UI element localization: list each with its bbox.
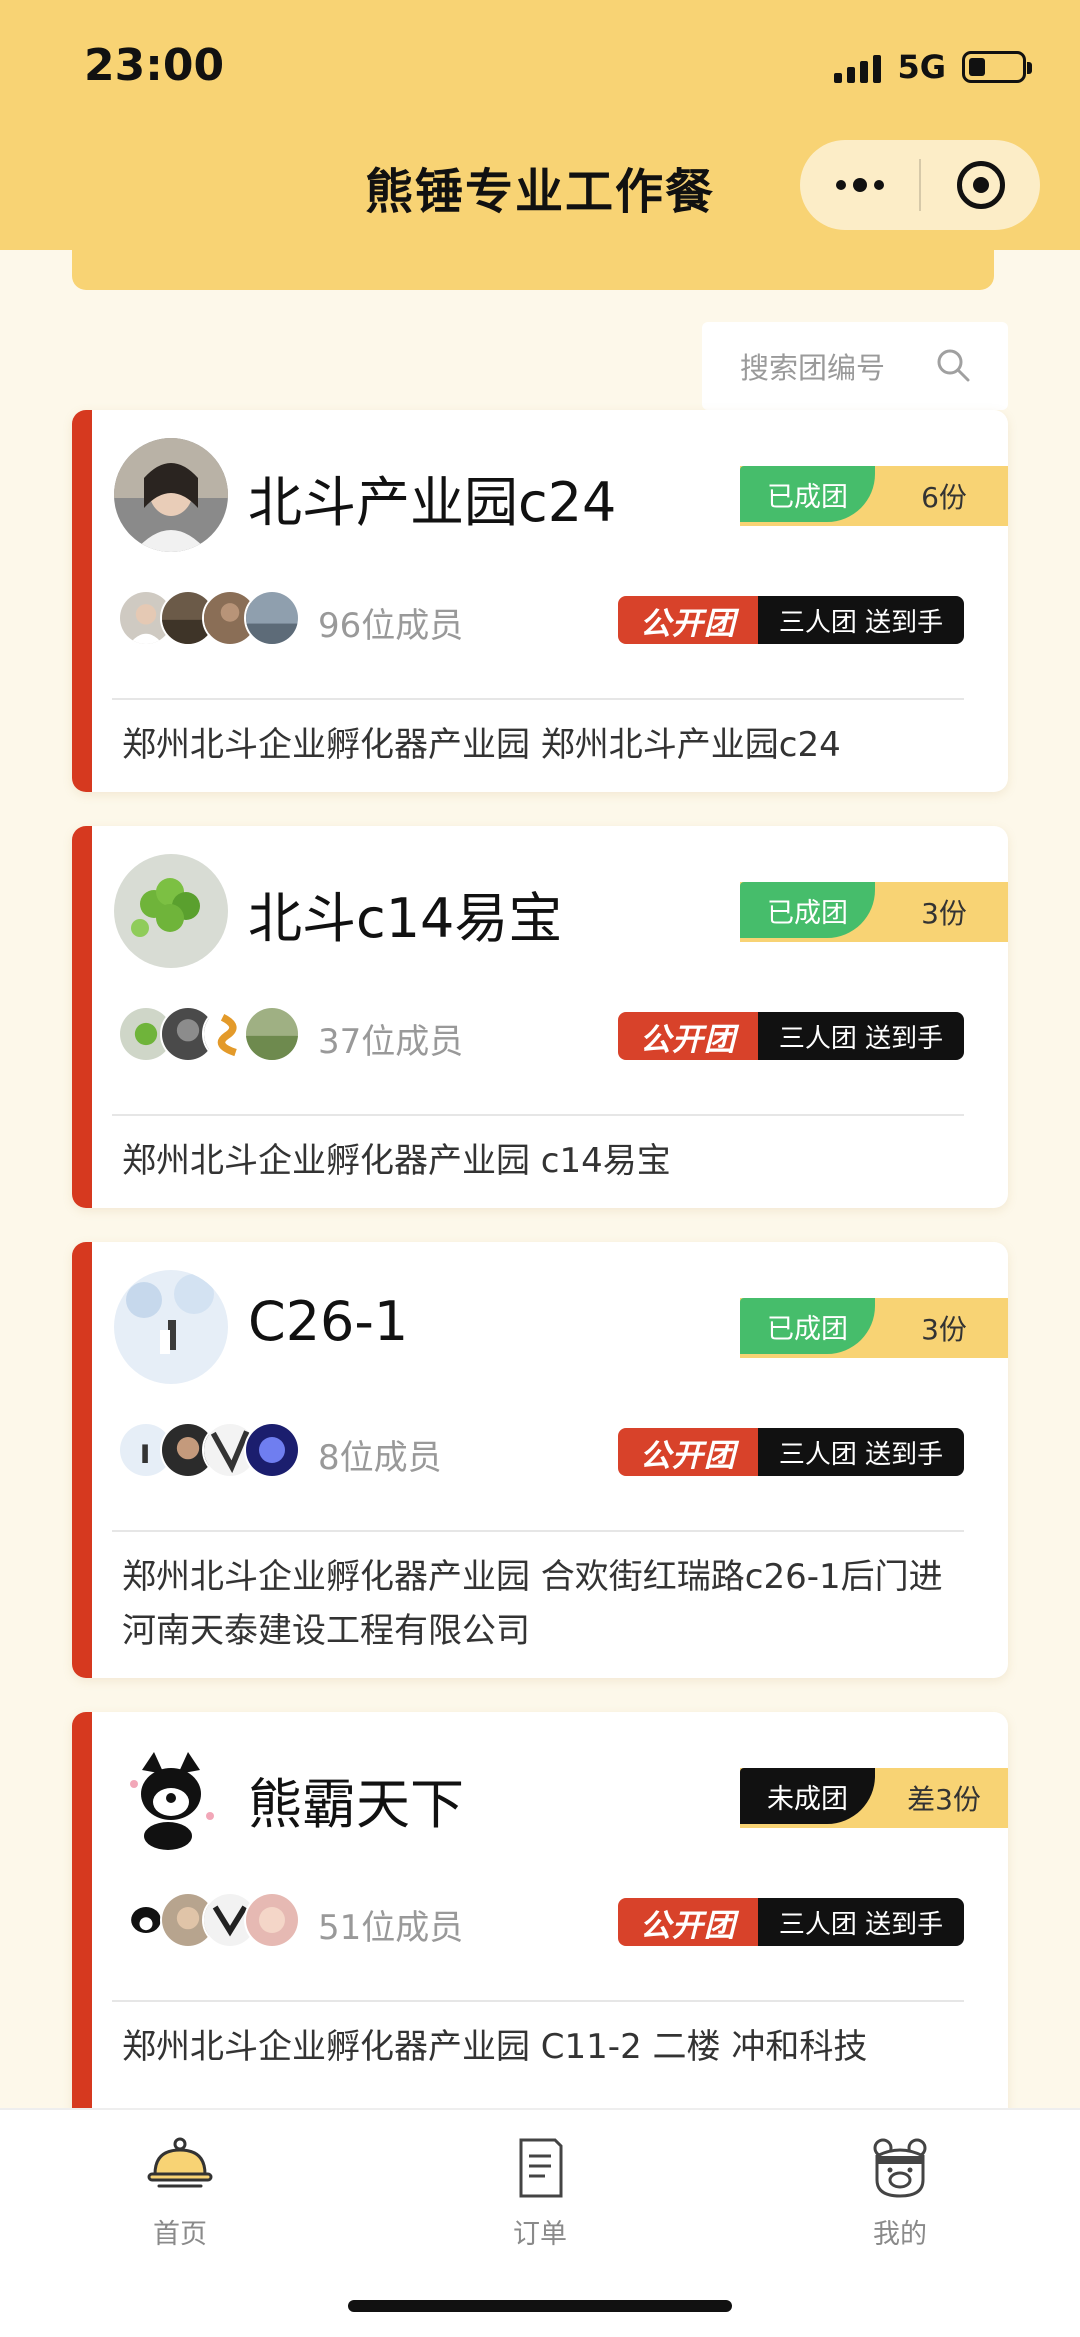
group-status-tag: 未成团 差3份: [740, 1768, 1008, 1828]
member-avatar: [244, 1006, 300, 1062]
tab-orders[interactable]: 订单: [440, 2134, 640, 2251]
public-group-label: 公开团: [618, 1428, 758, 1476]
tab-label: 订单: [513, 2219, 567, 2250]
divider: [112, 1114, 964, 1116]
card-accent-stripe: [72, 1242, 92, 1678]
group-status-tag: 已成团 6份: [740, 466, 1008, 526]
group-card[interactable]: 北斗产业园c24 已成团 6份 96位成员 公开团 三人团 送到手 郑州北斗企业…: [72, 410, 1008, 792]
group-address: 郑州北斗企业孵化器产业园 合欢街红瑞路c26-1后门进河南天泰建设工程有限公司: [122, 1557, 943, 1651]
group-type-badge: 公开团 三人团 送到手: [618, 596, 964, 644]
member-count: 96位成员: [318, 606, 464, 646]
group-card[interactable]: 熊霸天下 未成团 差3份 51位成员 公开团 三人团 送到手 郑州北斗企业孵化器…: [72, 1712, 1008, 2148]
cloche-icon: [147, 2137, 213, 2188]
card-accent-stripe: [72, 826, 92, 1208]
tab-home[interactable]: 首页: [80, 2134, 280, 2251]
bear-icon: [873, 2138, 927, 2198]
more-icon[interactable]: [800, 178, 919, 192]
group-name: C26-1: [248, 1290, 409, 1353]
card-accent-stripe: [72, 1712, 92, 2148]
tab-label: 我的: [873, 2219, 927, 2250]
search-input[interactable]: 搜索团编号: [702, 322, 1008, 410]
group-type-badge: 公开团 三人团 送到手: [618, 1012, 964, 1060]
divider: [112, 1530, 964, 1532]
group-type-label: 三人团 送到手: [758, 596, 964, 644]
group-card[interactable]: 北斗c14易宝 已成团 3份 37位成员 公开团 三人团 送到手 郑州北斗企业孵…: [72, 826, 1008, 1208]
group-name: 北斗产业园c24: [248, 471, 617, 534]
group-avatar[interactable]: [114, 1740, 228, 1854]
member-count: 51位成员: [318, 1908, 464, 1948]
group-type-badge: 公开团 三人团 送到手: [618, 1428, 964, 1476]
member-avatars: [118, 590, 300, 648]
portion-count: 3份: [921, 897, 967, 930]
member-avatar: [244, 590, 300, 646]
search-icon[interactable]: [936, 348, 970, 382]
group-type-badge: 公开团 三人团 送到手: [618, 1898, 964, 1946]
portion-count: 差3份: [907, 1783, 981, 1816]
top-bar: 23:00 5G 熊锤专业工作餐: [0, 0, 1080, 250]
group-avatar[interactable]: [114, 438, 228, 552]
group-card[interactable]: C26-1 已成团 3份 8位成员 公开团 三人团 送到手 郑州北斗企业孵化器产…: [72, 1242, 1008, 1678]
member-avatars: [118, 1422, 300, 1480]
group-status-tag: 已成团 3份: [740, 1298, 1008, 1358]
signal-icon: [834, 51, 882, 83]
group-name: 北斗c14易宝: [248, 887, 563, 950]
status-badge: 已成团: [740, 882, 875, 938]
group-address: 郑州北斗企业孵化器产业园 C11-2 二楼 冲和科技: [122, 2027, 868, 2067]
order-icon: [519, 2138, 563, 2198]
status-indicators: 5G: [834, 48, 1032, 86]
card-accent-stripe: [72, 410, 92, 792]
tab-profile[interactable]: 我的: [800, 2134, 1000, 2251]
member-avatars: [118, 1892, 300, 1950]
member-count: 37位成员: [318, 1022, 464, 1062]
status-badge: 已成团: [740, 466, 875, 522]
divider: [112, 698, 964, 700]
group-type-label: 三人团 送到手: [758, 1012, 964, 1060]
public-group-label: 公开团: [618, 1012, 758, 1060]
status-badge: 未成团: [740, 1768, 875, 1824]
battery-icon: [962, 51, 1032, 83]
group-name: 熊霸天下: [248, 1773, 464, 1836]
close-mini-program-button[interactable]: [921, 161, 1040, 209]
group-address: 郑州北斗企业孵化器产业园 郑州北斗产业园c24: [122, 725, 841, 765]
member-avatar: [244, 1422, 300, 1478]
group-avatar[interactable]: [114, 1270, 228, 1384]
group-status-tag: 已成团 3份: [740, 882, 1008, 942]
member-avatar: [244, 1892, 300, 1948]
network-label: 5G: [897, 48, 946, 86]
target-icon: [956, 161, 1005, 209]
group-address: 郑州北斗企业孵化器产业园 c14易宝: [122, 1141, 671, 1181]
status-time: 23:00: [84, 40, 225, 91]
member-count: 8位成员: [318, 1438, 442, 1478]
tab-label: 首页: [153, 2219, 207, 2250]
group-type-label: 三人团 送到手: [758, 1898, 964, 1946]
home-indicator: [348, 2300, 732, 2312]
public-group-label: 公开团: [618, 1898, 758, 1946]
portion-count: 6份: [921, 481, 967, 514]
public-group-label: 公开团: [618, 596, 758, 644]
mini-program-capsule: [800, 140, 1040, 230]
group-avatar[interactable]: [114, 854, 228, 968]
status-badge: 已成团: [740, 1298, 875, 1354]
group-type-label: 三人团 送到手: [758, 1428, 964, 1476]
divider: [112, 2000, 964, 2002]
portion-count: 3份: [921, 1313, 967, 1346]
member-avatars: [118, 1006, 300, 1064]
search-placeholder: 搜索团编号: [740, 351, 886, 385]
